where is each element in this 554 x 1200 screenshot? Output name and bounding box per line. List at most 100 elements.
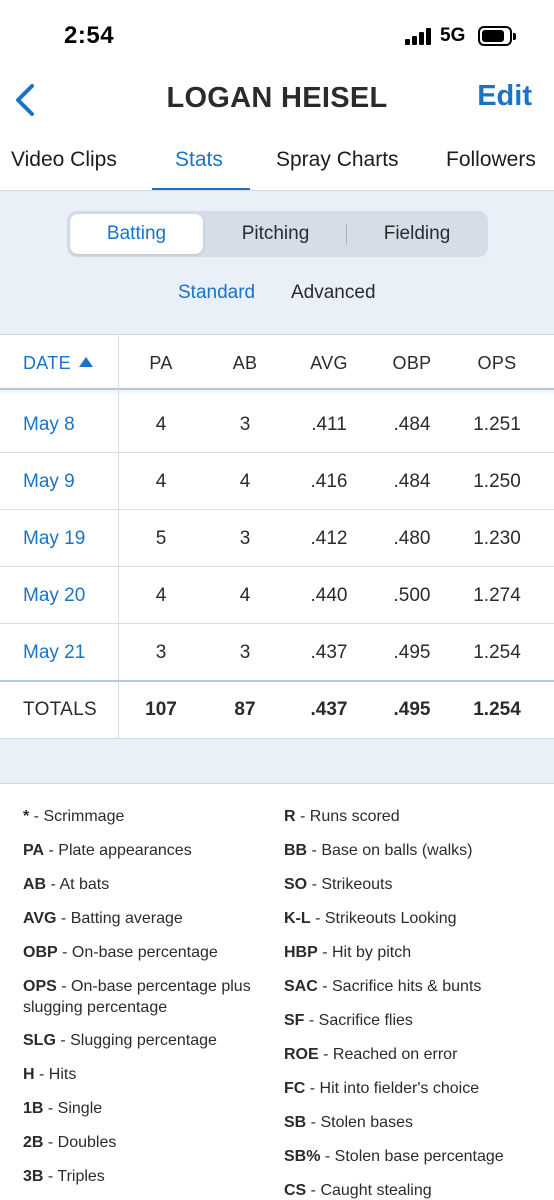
pa-cell: 4: [155, 585, 167, 606]
status-bar: 2:54 5G: [0, 0, 554, 70]
legend-abbr: AVG: [23, 910, 57, 927]
legend-item: SF - Sacrifice flies: [284, 1010, 549, 1031]
toggle-advanced[interactable]: Advanced: [291, 282, 376, 304]
network-type: 5G: [440, 25, 466, 46]
legend-item: 2B - Doubles: [23, 1132, 273, 1153]
legend-abbr: K-L: [284, 910, 311, 927]
column-header-obp[interactable]: OBP: [377, 353, 447, 374]
legend-abbr: CS: [284, 1182, 307, 1199]
date-cell: May 8: [23, 414, 75, 435]
divider: [346, 223, 347, 245]
legend-abbr: SLG: [23, 1032, 56, 1049]
column-header-ops[interactable]: OPS: [462, 353, 532, 374]
column-header-date[interactable]: DATE: [23, 353, 93, 374]
column-header-avg[interactable]: AVG: [294, 353, 364, 374]
tab-followers[interactable]: Followers: [446, 148, 536, 172]
legend-abbr: R: [284, 808, 296, 825]
legend-item: SAC - Sacrifice hits & bunts: [284, 976, 549, 997]
page-title: LOGAN HEISEL: [166, 82, 388, 114]
legend-item: ROE - Reached on error: [284, 1044, 549, 1065]
date-cell: May 19: [23, 528, 86, 549]
legend-abbr: HBP: [284, 944, 318, 961]
status-time: 2:54: [64, 22, 115, 49]
legend-desc: - On-base percentage: [57, 944, 218, 961]
column-header-pa[interactable]: PA: [131, 353, 191, 374]
legend-item: AVG - Batting average: [23, 908, 273, 929]
segment-fielding[interactable]: Fielding: [350, 214, 484, 254]
legend-abbr: BB: [284, 842, 308, 859]
legend-abbr: 2B: [23, 1134, 44, 1151]
legend-abbr: ROE: [284, 1046, 319, 1063]
obp-cell: .484: [393, 471, 431, 492]
legend-item: 1B - Single: [23, 1098, 273, 1119]
battery-icon: [478, 26, 516, 46]
legend-item: BB - Base on balls (walks): [284, 840, 549, 861]
legend-item: SO - Strikeouts: [284, 874, 549, 895]
ab-cell: 4: [239, 471, 251, 492]
legend-desc: - Plate appearances: [44, 842, 192, 859]
avg-cell: .412: [310, 528, 348, 549]
date-cell: May 21: [23, 642, 86, 663]
divider: [0, 680, 554, 682]
avg-cell: .411: [311, 414, 347, 435]
legend-item: SB% - Stolen base percentage: [284, 1146, 549, 1167]
toggle-standard[interactable]: Standard: [178, 282, 255, 304]
avg-cell: .437: [310, 699, 348, 720]
ops-cell: 1.254: [473, 642, 521, 663]
avg-cell: .437: [310, 642, 348, 663]
pa-cell: 4: [155, 414, 167, 435]
stats-filter-panel: Batting Pitching Fielding Standard Advan…: [0, 191, 554, 334]
legend-item: FC - Hit into fielder's choice: [284, 1078, 549, 1099]
divider: [0, 566, 554, 567]
legend-desc: - Strikeouts: [307, 876, 393, 893]
legend-desc: - Stolen base percentage: [320, 1148, 504, 1165]
legend-abbr: H: [23, 1066, 35, 1083]
legend-abbr: SO: [284, 876, 308, 893]
tab-stats[interactable]: Stats: [175, 148, 223, 172]
legend-abbr: 3B: [23, 1168, 44, 1185]
divider: [0, 623, 554, 624]
legend-abbr: OPS: [23, 978, 57, 995]
segment-pitching[interactable]: Pitching: [209, 214, 342, 254]
obp-cell: .495: [393, 642, 431, 663]
legend-item: OBP - On-base percentage: [23, 942, 273, 963]
ab-cell: 87: [234, 699, 256, 720]
date-cell: May 20: [23, 585, 86, 606]
legend-item: SLG - Slugging percentage: [23, 1030, 273, 1051]
legend-desc: - Hit into fielder's choice: [305, 1080, 480, 1097]
sort-ascending-icon: [78, 357, 93, 367]
legend-desc: - On-base percentage plus slugging perce…: [23, 978, 251, 1016]
legend-abbr: PA: [23, 842, 45, 859]
segment-batting[interactable]: Batting: [70, 214, 203, 254]
legend-abbr: SB%: [284, 1148, 321, 1165]
legend-item: 3B - Triples: [23, 1166, 273, 1187]
legend-item: H - Hits: [23, 1064, 273, 1085]
stat-type-segmented-control: Batting Pitching Fielding: [67, 211, 488, 257]
legend-desc: - At bats: [46, 876, 110, 893]
ab-cell: 4: [239, 585, 251, 606]
legend-desc: - Caught stealing: [306, 1182, 432, 1199]
legend-item: K-L - Strikeouts Looking: [284, 908, 549, 929]
legend-item: OPS - On-base percentage plus slugging p…: [23, 976, 273, 1018]
tab-spray-charts[interactable]: Spray Charts: [276, 148, 399, 172]
section-spacer: [0, 738, 554, 784]
column-header-ab[interactable]: AB: [215, 353, 275, 374]
legend-desc: - Base on balls (walks): [307, 842, 473, 859]
cellular-signal-icon: [405, 28, 435, 45]
column-divider: [118, 334, 119, 738]
obp-cell: .480: [393, 528, 431, 549]
legend-desc: - Doubles: [43, 1134, 117, 1151]
date-cell: May 9: [23, 471, 75, 492]
legend-item: * - Scrimmage: [23, 806, 273, 827]
ab-cell: 3: [239, 528, 251, 549]
ab-cell: 3: [239, 414, 251, 435]
legend-abbr: SF: [284, 1012, 305, 1029]
tab-video-clips[interactable]: Video Clips: [11, 148, 117, 172]
ops-cell: 1.254: [473, 699, 521, 720]
ab-cell: 3: [239, 642, 251, 663]
edit-button[interactable]: Edit: [477, 80, 532, 113]
legend-abbr: 1B: [23, 1100, 44, 1117]
pa-cell: 4: [155, 471, 167, 492]
legend-abbr: SAC: [284, 978, 318, 995]
legend-desc: - Sacrifice flies: [304, 1012, 413, 1029]
